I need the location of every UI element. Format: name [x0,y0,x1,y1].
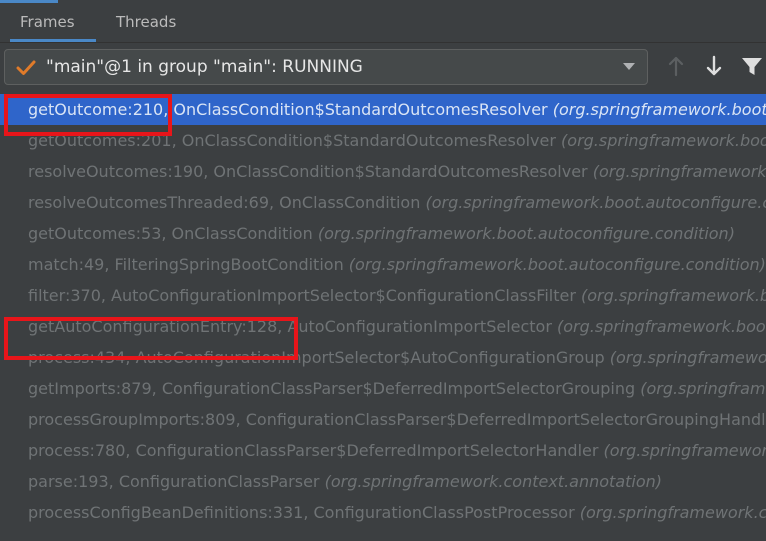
frame-method: getImports:879, ConfigurationClassParser… [28,379,641,398]
chevron-down-icon[interactable] [623,63,635,70]
thread-toolbar: "main"@1 in group "main": RUNNING [0,43,766,91]
debugger-frames-panel: Frames Threads "main"@1 in group "main":… [0,0,766,541]
frame-method: resolveOutcomesThreaded:69, OnClassCondi… [28,193,426,212]
frame-method: process:780, ConfigurationClassParser$De… [28,441,604,460]
frame-package: (org.springframework.boot.autoconfigure.… [317,224,735,243]
filter-icon[interactable] [740,53,764,79]
frame-method: processGroupImports:809, ConfigurationCl… [28,410,766,429]
frame-method: match:49, FilteringSpringBootCondition [28,255,349,274]
frame-row[interactable]: processConfigBeanDefinitions:331, Config… [0,497,766,528]
frame-row[interactable]: resolveOutcomesThreaded:69, OnClassCondi… [0,187,766,218]
frame-package: (org.springframework.context.annotation) [324,472,663,491]
frame-row[interactable]: getOutcome:210, OnClassCondition$Standar… [0,94,766,125]
frame-row[interactable]: getOutcomes:53, OnClassCondition (org.sp… [0,218,766,249]
frame-row[interactable]: getOutcomes:201, OnClassCondition$Standa… [0,125,766,156]
frame-package: (org.springframework.boot.autoconfigure.… [552,100,766,119]
frame-package: (org.springframework.boot.autoconfigure.… [348,255,766,274]
frame-method: getOutcome:210, OnClassCondition$Standar… [28,100,553,119]
frame-package: (org.springframework.boot.autoconfigure) [581,286,766,305]
frame-row[interactable]: processGroupImports:809, ConfigurationCl… [0,404,766,435]
debugger-tab-bar: Frames Threads [0,0,766,43]
frame-package: (org.springframework.context.annotation) [640,379,766,398]
frame-row[interactable]: parse:193, ConfigurationClassParser (org… [0,466,766,497]
down-arrow-icon[interactable] [702,53,726,79]
frame-row[interactable]: process:780, ConfigurationClassParser$De… [0,435,766,466]
frame-method: processConfigBeanDefinitions:331, Config… [28,503,580,522]
frame-row[interactable]: match:49, FilteringSpringBootCondition (… [0,249,766,280]
frame-list: getOutcome:210, OnClassCondition$Standar… [0,92,766,541]
frame-row[interactable]: process:434, AutoConfigurationImportSele… [0,342,766,373]
frame-package: (org.springframework.boot.autoconfigure.… [425,193,766,212]
check-icon [16,60,36,75]
frame-package: (org.springframework.context.annotation) [603,441,766,460]
frame-package: (org.springframework.context.annotation) [579,503,766,522]
frame-method: process:434, AutoConfigurationImportSele… [28,348,610,367]
frame-package: (org.springframework.boot.autoconfigure) [609,348,766,367]
up-arrow-icon[interactable] [664,53,688,79]
frame-row[interactable]: resolveOutcomes:190, OnClassCondition$St… [0,156,766,187]
frame-method: getOutcomes:201, OnClassCondition$Standa… [28,131,562,150]
frame-method: getOutcomes:53, OnClassCondition [28,224,318,243]
frame-package: (org.springframework.boot.autoconfigure.… [561,131,766,150]
frame-row[interactable]: getAutoConfigurationEntry:128, AutoConfi… [0,311,766,342]
frame-row[interactable]: filter:370, AutoConfigurationImportSelec… [0,280,766,311]
frame-package: (org.springframework.boot.autoconfigure.… [592,162,766,181]
tab-frames[interactable]: Frames [10,0,96,42]
top-accent-bar [0,0,58,3]
thread-selector-label: "main"@1 in group "main": RUNNING [46,57,363,77]
frame-method: filter:370, AutoConfigurationImportSelec… [28,286,582,305]
tab-threads[interactable]: Threads [116,0,176,42]
frame-package: (org.springframework.boot.autoconfigure) [557,317,766,336]
frame-method: parse:193, ConfigurationClassParser [28,472,325,491]
frame-method: resolveOutcomes:190, OnClassCondition$St… [28,162,593,181]
frame-row[interactable]: getImports:879, ConfigurationClassParser… [0,373,766,404]
frame-method: getAutoConfigurationEntry:128, AutoConfi… [28,317,558,336]
thread-selector-dropdown[interactable]: "main"@1 in group "main": RUNNING [4,49,648,85]
